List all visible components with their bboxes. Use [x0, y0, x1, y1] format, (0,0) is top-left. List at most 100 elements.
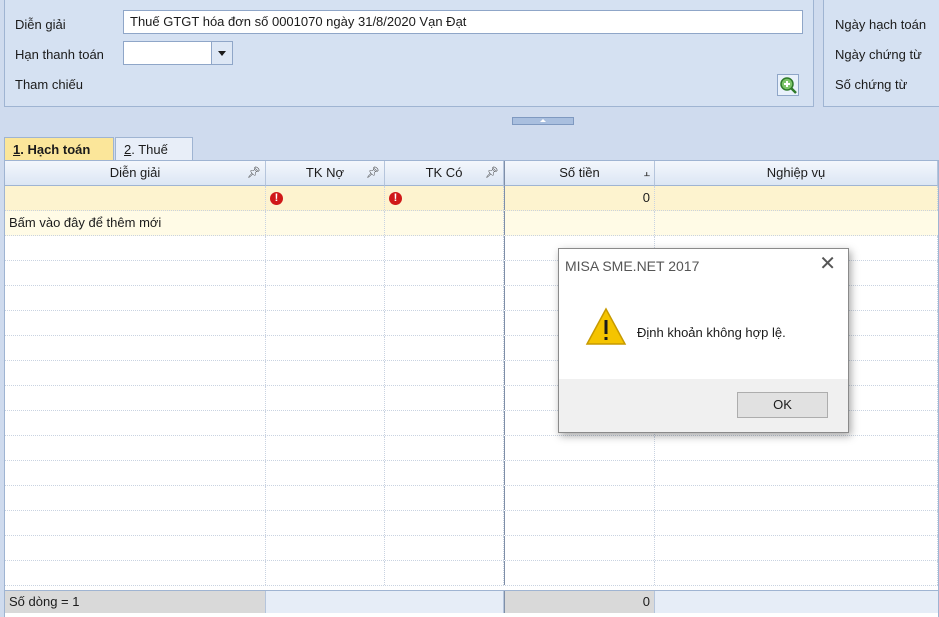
table-row: [5, 461, 938, 486]
due-date-combo[interactable]: [123, 41, 233, 65]
cell-credit-account[interactable]: !: [385, 186, 504, 210]
column-header-amount[interactable]: Số tiền ⫠: [504, 161, 655, 186]
empty-cell: [385, 286, 504, 310]
dialog-title: MISA SME.NET 2017: [565, 258, 700, 274]
empty-cell: [5, 486, 266, 510]
empty-cell: [385, 561, 504, 585]
empty-cell: [385, 336, 504, 360]
reference-label[interactable]: Tham chiếu: [15, 77, 83, 92]
collapse-splitter[interactable]: [512, 117, 574, 125]
pin-icon[interactable]: 📌︎: [366, 161, 380, 185]
empty-cell: [504, 436, 655, 460]
empty-cell: [5, 561, 266, 585]
description-label: Diễn giải: [15, 17, 66, 32]
description-input[interactable]: Thuế GTGT hóa đơn số 0001070 ngày 31/8/2…: [123, 10, 803, 34]
empty-cell: [655, 486, 938, 510]
column-header-debit-label: TK Nợ: [305, 165, 345, 180]
empty-cell: [385, 386, 504, 410]
ok-button[interactable]: OK: [737, 392, 828, 418]
tab-thue-label: . Thuế: [131, 142, 168, 157]
empty-cell: [655, 511, 938, 535]
tab-hach-toan[interactable]: 1. Hạch toán: [4, 137, 114, 160]
column-header-credit-account[interactable]: TK Có 📌︎: [385, 161, 504, 186]
row-count: Số dòng = 1: [5, 591, 266, 613]
pin-icon[interactable]: 📌︎: [247, 161, 261, 185]
empty-cell: [266, 311, 385, 335]
table-row: [5, 561, 938, 586]
error-icon: !: [389, 192, 402, 206]
table-row: [5, 486, 938, 511]
empty-cell: [266, 361, 385, 385]
empty-cell: [5, 436, 266, 460]
empty-cell: [385, 536, 504, 560]
column-header-description-label: Diễn giải: [109, 165, 161, 180]
empty-cell: [385, 436, 504, 460]
amount-total: 0: [504, 591, 655, 613]
footer-empty: [655, 591, 938, 613]
empty-cell: [5, 411, 266, 435]
empty-cell: [655, 536, 938, 560]
empty-cell: [266, 286, 385, 310]
empty-cell: [266, 336, 385, 360]
empty-cell: [5, 336, 266, 360]
empty-cell: [504, 511, 655, 535]
voucher-number-label: Số chứng từ: [835, 77, 908, 92]
empty-cell: [385, 511, 504, 535]
empty-cell: [5, 311, 266, 335]
cell-business[interactable]: [655, 186, 938, 210]
error-dialog: MISA SME.NET 2017 ✕ Định khoản không hợp…: [558, 248, 849, 433]
close-icon[interactable]: ✕: [819, 254, 836, 274]
empty-cell: [266, 461, 385, 485]
table-row[interactable]: ! ! 0: [5, 186, 938, 211]
column-header-credit-label: TK Có: [425, 165, 463, 180]
empty-cell: [504, 461, 655, 485]
empty-cell: [266, 536, 385, 560]
tab-thue[interactable]: 2. Thuế: [115, 137, 193, 160]
empty-cell: [655, 436, 938, 460]
column-header-debit-account[interactable]: TK Nợ 📌︎: [266, 161, 385, 186]
empty-cell: [266, 386, 385, 410]
cell-debit-account[interactable]: !: [266, 186, 385, 210]
dialog-footer: OK: [559, 379, 848, 432]
column-header-amount-label: Số tiền: [559, 165, 600, 180]
voucher-date-label: Ngày chứng từ: [835, 47, 922, 62]
column-header-description[interactable]: Diễn giải 📌︎: [5, 161, 266, 186]
empty-cell: [266, 411, 385, 435]
cell-description[interactable]: [5, 186, 266, 210]
dropdown-arrow-icon[interactable]: [211, 42, 232, 64]
empty-cell: [5, 461, 266, 485]
empty-cell: [5, 361, 266, 385]
pin-icon[interactable]: 📌︎: [485, 161, 499, 185]
add-new-text[interactable]: Bấm vào đây để thêm mới: [5, 211, 266, 235]
empty-cell: [266, 511, 385, 535]
table-row: [5, 536, 938, 561]
cell-amount[interactable]: 0: [504, 186, 655, 210]
dialog-message: Định khoản không hợp lệ.: [637, 325, 786, 340]
empty-cell: [385, 411, 504, 435]
empty-cell: [266, 486, 385, 510]
empty-cell: [385, 211, 504, 235]
empty-cell: [504, 561, 655, 585]
footer-empty: [266, 591, 504, 613]
empty-cell: [504, 536, 655, 560]
empty-cell: [385, 311, 504, 335]
empty-cell: [5, 286, 266, 310]
empty-cell: [385, 361, 504, 385]
column-header-business-label: Nghiệp vụ: [766, 165, 826, 180]
grid-footer: Số dòng = 1 0: [5, 590, 938, 613]
posting-date-label: Ngày hạch toán: [835, 17, 927, 32]
reference-search-button[interactable]: [777, 74, 799, 96]
empty-cell: [385, 461, 504, 485]
column-header-business[interactable]: Nghiệp vụ: [655, 161, 938, 186]
empty-cell: [385, 486, 504, 510]
warning-icon: [585, 307, 627, 345]
search-zoom-icon: [780, 77, 797, 94]
add-new-row[interactable]: Bấm vào đây để thêm mới: [5, 211, 938, 236]
empty-cell: [504, 211, 655, 235]
empty-cell: [266, 211, 385, 235]
empty-cell: [504, 486, 655, 510]
error-icon: !: [270, 192, 283, 206]
empty-cell: [655, 461, 938, 485]
empty-cell: [655, 561, 938, 585]
pin-icon[interactable]: ⫠: [643, 161, 650, 185]
